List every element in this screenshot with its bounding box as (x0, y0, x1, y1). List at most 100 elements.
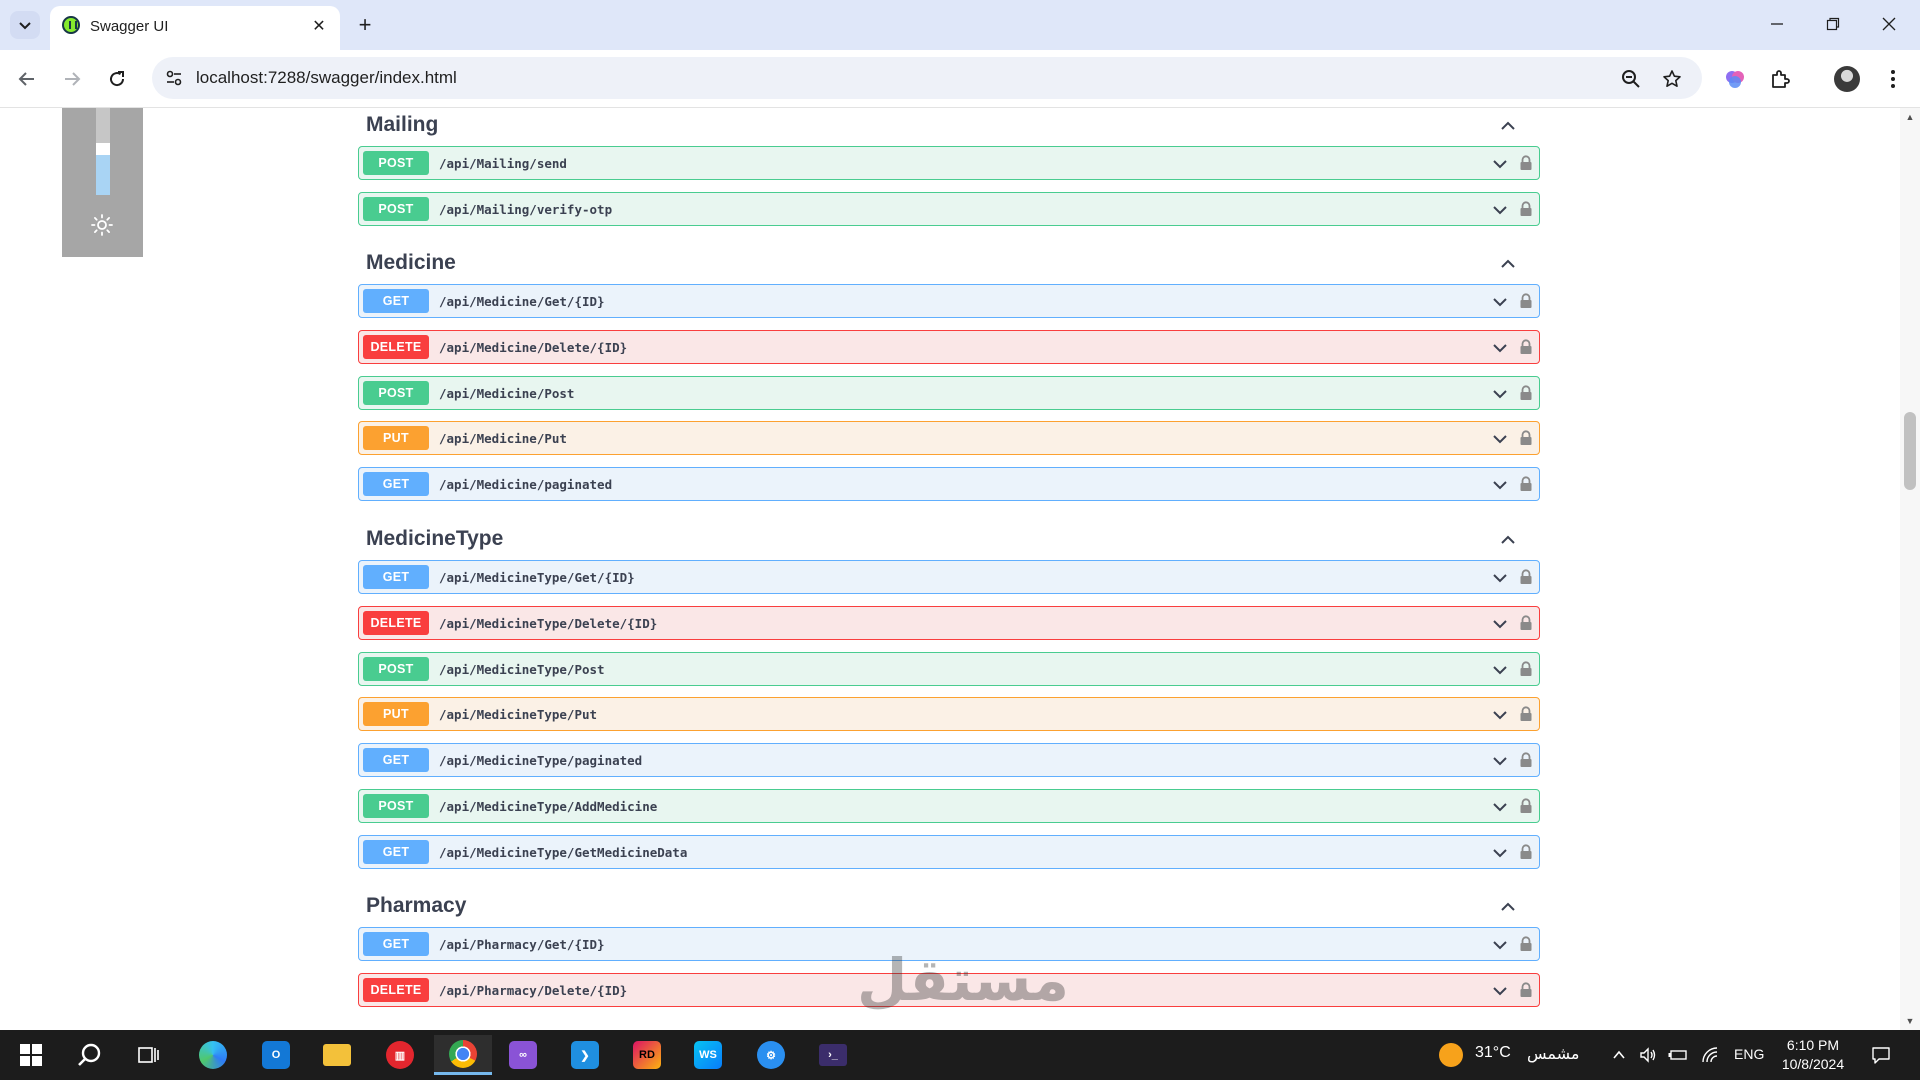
authorize-lock-button[interactable] (1519, 706, 1533, 722)
expand-operation-button[interactable] (1491, 386, 1509, 402)
taskbar-terminal[interactable]: ›_ (810, 1035, 856, 1075)
operation-row[interactable]: GET/api/Medicine/Get/{ID} (358, 284, 1540, 318)
expand-operation-button[interactable] (1491, 294, 1509, 310)
authorize-lock-button[interactable] (1519, 155, 1533, 171)
taskbar-clock[interactable]: 6:10 PM 10/8/2024 (1776, 1036, 1850, 1074)
operation-row[interactable]: POST/api/MedicineType/Post (358, 651, 1540, 686)
collapse-section-button[interactable] (1498, 897, 1518, 917)
minimize-button[interactable] (1754, 8, 1800, 40)
authorize-lock-button[interactable] (1519, 339, 1533, 355)
task-view-button[interactable] (126, 1035, 172, 1075)
authorize-lock-button[interactable] (1519, 476, 1533, 492)
brightness-slider[interactable] (96, 108, 110, 195)
page-scrollbar[interactable]: ▲ ▼ (1900, 108, 1920, 1030)
expand-operation-button[interactable] (1491, 845, 1509, 861)
taskbar-chrome[interactable] (434, 1035, 492, 1075)
authorize-lock-button[interactable] (1519, 201, 1533, 217)
back-button[interactable] (12, 64, 42, 94)
expand-operation-button[interactable] (1491, 202, 1509, 218)
operation-row[interactable]: POST/api/MedicineType/AddMedicine (358, 789, 1540, 823)
tray-overflow-button[interactable] (1609, 1045, 1629, 1065)
operation-row[interactable]: POST/api/Mailing/send (358, 146, 1540, 180)
battery-button[interactable] (1668, 1045, 1688, 1065)
restore-button[interactable] (1810, 8, 1856, 40)
taskbar-edge[interactable] (190, 1035, 236, 1075)
operation-row[interactable]: POST/api/Mailing/verify-otp (358, 191, 1540, 226)
authorize-lock-button[interactable] (1519, 798, 1533, 814)
section-header-pharmacy[interactable]: Pharmacy (358, 887, 1540, 931)
brightness-thumb[interactable] (96, 142, 110, 155)
authorize-lock-button[interactable] (1519, 385, 1533, 401)
authorize-lock-button[interactable] (1519, 844, 1533, 860)
weather-sun-icon[interactable] (1439, 1043, 1463, 1067)
extensions-button[interactable] (1766, 65, 1794, 93)
extension-brain-button[interactable] (1721, 65, 1749, 93)
taskbar-rider[interactable]: RD (624, 1035, 670, 1075)
taskbar-dotnet-app[interactable]: ⚙ (748, 1035, 794, 1075)
section-header-medicine[interactable]: Medicine (358, 244, 1540, 288)
tab-search-button[interactable] (10, 11, 40, 39)
zoom-button[interactable] (1619, 67, 1643, 91)
wifi-button[interactable] (1700, 1045, 1720, 1065)
expand-operation-button[interactable] (1491, 799, 1509, 815)
taskbar-red-app[interactable]: ▥ (377, 1035, 423, 1075)
forward-button[interactable] (57, 64, 87, 94)
brightness-overlay[interactable] (62, 108, 143, 257)
expand-operation-button[interactable] (1491, 983, 1509, 999)
site-settings-icon[interactable] (164, 68, 184, 88)
volume-button[interactable] (1638, 1045, 1658, 1065)
authorize-lock-button[interactable] (1519, 752, 1533, 768)
expand-operation-button[interactable] (1491, 662, 1509, 678)
expand-operation-button[interactable] (1491, 431, 1509, 447)
url-text[interactable]: localhost:7288/swagger/index.html (196, 68, 457, 88)
authorize-lock-button[interactable] (1519, 293, 1533, 309)
new-tab-button[interactable]: + (352, 12, 378, 38)
expand-operation-button[interactable] (1491, 707, 1509, 723)
operation-row[interactable]: GET/api/Medicine/paginated (358, 467, 1540, 502)
browser-menu-button[interactable] (1879, 65, 1907, 93)
authorize-lock-button[interactable] (1519, 430, 1533, 446)
taskbar-file-explorer[interactable] (314, 1035, 360, 1075)
operation-row[interactable]: POST/api/Medicine/Post (358, 375, 1540, 410)
notifications-button[interactable] (1870, 1044, 1892, 1066)
expand-operation-button[interactable] (1491, 937, 1509, 953)
taskbar-search-button[interactable] (67, 1035, 113, 1075)
reload-button[interactable] (102, 64, 132, 94)
expand-operation-button[interactable] (1491, 616, 1509, 632)
browser-tab-swagger[interactable]: Swagger UI ✕ (50, 6, 340, 50)
section-header-medicinetype[interactable]: MedicineType (358, 520, 1540, 564)
operation-row[interactable]: GET/api/Pharmacy/Get/{ID} (358, 927, 1540, 961)
authorize-lock-button[interactable] (1519, 615, 1533, 631)
language-indicator[interactable]: ENG (1734, 1046, 1764, 1062)
address-bar[interactable]: localhost:7288/swagger/index.html (152, 57, 1702, 99)
operation-row[interactable]: GET/api/MedicineType/Get/{ID} (358, 560, 1540, 594)
close-tab-icon[interactable]: ✕ (308, 15, 330, 37)
taskbar-visual-studio[interactable]: ∞ (500, 1035, 546, 1075)
operation-row[interactable]: GET/api/MedicineType/GetMedicineData (358, 834, 1540, 869)
expand-operation-button[interactable] (1491, 477, 1509, 493)
section-header-mailing[interactable]: Mailing (358, 108, 1540, 150)
collapse-section-button[interactable] (1498, 530, 1518, 550)
bookmark-button[interactable] (1660, 67, 1684, 91)
weather-label[interactable]: مشمس (1527, 1044, 1580, 1063)
scrollbar-thumb[interactable] (1904, 412, 1916, 490)
operation-row[interactable]: PUT/api/Medicine/Put (358, 421, 1540, 456)
authorize-lock-button[interactable] (1519, 982, 1533, 998)
weather-temperature[interactable]: 31°C (1475, 1044, 1511, 1062)
authorize-lock-button[interactable] (1519, 936, 1533, 952)
taskbar-outlook[interactable]: O (253, 1035, 299, 1075)
expand-operation-button[interactable] (1491, 570, 1509, 586)
operation-row[interactable]: PUT/api/MedicineType/Put (358, 697, 1540, 732)
collapse-section-button[interactable] (1498, 116, 1518, 136)
collapse-section-button[interactable] (1498, 254, 1518, 274)
expand-operation-button[interactable] (1491, 340, 1509, 356)
expand-operation-button[interactable] (1491, 753, 1509, 769)
close-window-button[interactable] (1866, 8, 1912, 40)
operation-row[interactable]: DELETE/api/Medicine/Delete/{ID} (358, 329, 1540, 364)
authorize-lock-button[interactable] (1519, 569, 1533, 585)
expand-operation-button[interactable] (1491, 156, 1509, 172)
scroll-up-arrow[interactable]: ▲ (1905, 112, 1915, 122)
operation-row[interactable]: GET/api/MedicineType/paginated (358, 743, 1540, 778)
taskbar-webstorm[interactable]: WS (685, 1035, 731, 1075)
authorize-lock-button[interactable] (1519, 661, 1533, 677)
